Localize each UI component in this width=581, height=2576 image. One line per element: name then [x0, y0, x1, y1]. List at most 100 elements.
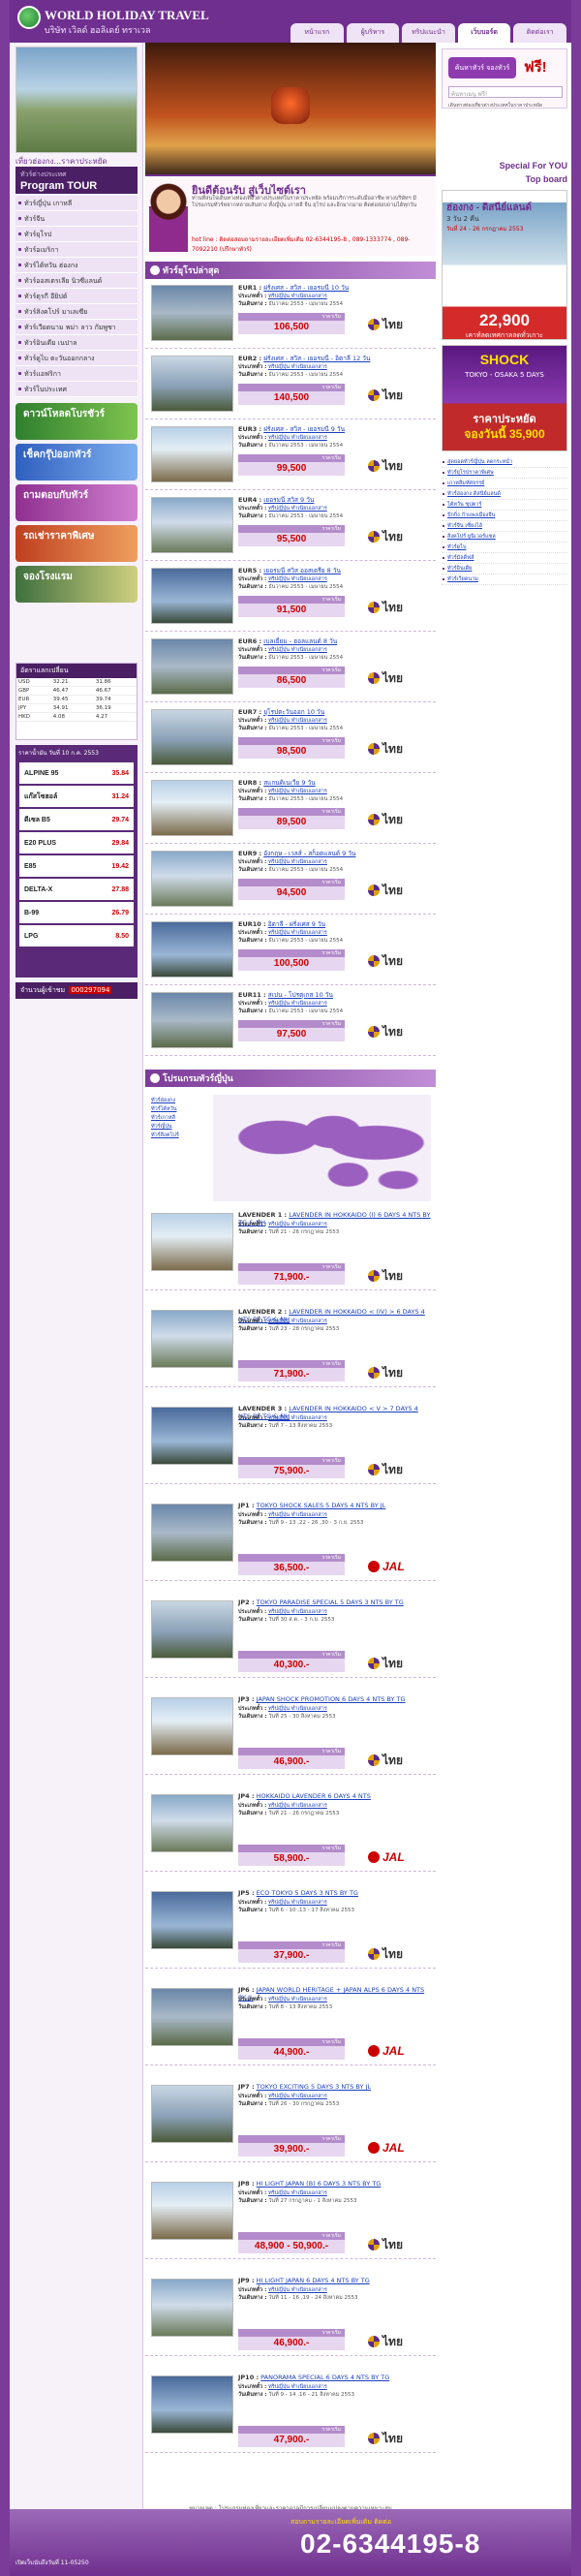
airline-link[interactable]: ทริปญี่ปุ่น ทำเนียบเอกสาร [268, 789, 327, 794]
globe-logo-icon[interactable] [17, 6, 41, 29]
tour-title-link[interactable]: TOKYO SHOCK SALES 5 DAYS 4 NTS BY JL [257, 1502, 386, 1509]
right-link[interactable]: ไต้หวัน ซุปตาร์ [442, 500, 567, 511]
airline-link[interactable]: ทริปญี่ปุ่น ทำเนียบเอกสาร [268, 1706, 327, 1712]
tour-title-link[interactable]: อิตาลี - ฝรั่งเศส 9 วัน [268, 920, 325, 928]
nav-recommend[interactable]: ทริปแนะนำ [402, 23, 455, 43]
tour-photo[interactable] [151, 2375, 233, 2434]
tour-photo[interactable] [151, 1504, 233, 1562]
airline-link[interactable]: ทริปญี่ปุ่น ทำเนียบเอกสาร [268, 294, 327, 299]
tour-title-link[interactable]: JAPAN SHOCK PROMOTION 6 DAYS 4 NTS BY TG [257, 1695, 406, 1703]
tour-photo[interactable] [151, 921, 233, 978]
tour-title-link[interactable]: ฝรั่งเศส - สวิส - เยอรมนี 10 วัน [263, 284, 349, 292]
right-link[interactable]: ปักกิ่ง กำแพงเมืองจีน [442, 511, 567, 521]
tour-photo[interactable] [151, 1407, 233, 1465]
tour-photo[interactable] [151, 1988, 233, 2046]
tour-photo[interactable] [151, 426, 233, 482]
airline-link[interactable]: ทริปญี่ปุ่น ทำเนียบเอกสาร [268, 1997, 327, 2002]
tour-title-link[interactable]: เยอรมนี สวิส 9 วัน [263, 496, 314, 504]
menu-item[interactable]: ทัวร์สิงคโปร์ มาเลเซีย [15, 304, 138, 320]
airline-link[interactable]: ทริปญี่ปุ่น ทำเนียบเอกสาร [268, 2094, 327, 2099]
right-link[interactable]: ทัวร์เวียดนาม [442, 574, 567, 585]
airline-link[interactable]: ทริปญี่ปุ่น ทำเนียบเอกสาร [268, 2384, 327, 2390]
menu-item[interactable]: ทัวร์ดูไบ ตะวันออกกลาง [15, 351, 138, 366]
tour-title-link[interactable]: PANORAMA SPECIAL 6 DAYS 4 NTS BY TG [260, 2374, 389, 2381]
car-rental-button[interactable]: รถเช่าราคาพิเศษ [15, 525, 138, 562]
tour-title-link[interactable]: สเปน - โปรตุเกส 10 วัน [268, 991, 333, 999]
airline-link[interactable]: ทริปญี่ปุ่น ทำเนียบเอกสาร [268, 1415, 327, 1421]
tokyo-shock-ad[interactable]: SHOCK TOKYO - OSAKA 5 DAYS ราคาประหยัด จ… [442, 345, 567, 451]
tour-photo[interactable] [151, 2279, 233, 2337]
tour-title-link[interactable]: TOKYO EXCITING 5 DAYS 3 NTS BY JL [257, 2083, 371, 2091]
airline-link[interactable]: ทริปญี่ปุ่น ทำเนียบเอกสาร [268, 859, 327, 865]
tour-title-link[interactable]: สแกนดิเนเวีย 9 วัน [263, 779, 315, 787]
menu-item[interactable]: ทัวร์ตุรกี อียิปต์ [15, 289, 138, 304]
tour-photo[interactable] [151, 1213, 233, 1271]
tour-title-link[interactable]: HI LIGHT JAPAN (B) 6 DAYS 3 NTS BY TG [257, 2180, 382, 2188]
right-link[interactable]: ทัวร์มัลดีฟส์ [442, 553, 567, 564]
menu-item[interactable]: ทัวร์ไต้หวัน ฮ่องกง [15, 258, 138, 273]
promo-link[interactable]: ทัวร์ญี่ปุ่น [151, 1123, 209, 1132]
promo-link[interactable]: ทัวร์สิงคโปร์ [151, 1132, 209, 1140]
airline-link[interactable]: ทริปญี่ปุ่น ทำเนียบเอกสาร [268, 2287, 327, 2293]
right-link[interactable]: ทัวร์จีน เซี่ยงไฮ้ [442, 521, 567, 532]
right-link[interactable]: ทัวร์ดูไบ [442, 543, 567, 553]
tour-title-link[interactable]: ยุโรปตะวันออก 10 วัน [263, 708, 324, 716]
menu-item[interactable]: ทัวร์ยุโรป [15, 227, 138, 242]
brand-name[interactable]: WORLD HOLIDAY TRAVEL [45, 8, 209, 23]
tour-title-link[interactable]: ECO TOKYO 5 DAYS 3 NTS BY TG [257, 1889, 358, 1897]
right-link[interactable]: สุดยอดทัวร์ญี่ปุ่น ลดกระหน่ำ [442, 457, 567, 468]
airline-link[interactable]: ทริปญี่ปุ่น ทำเนียบเอกสาร [268, 1900, 327, 1906]
tour-photo[interactable] [151, 709, 233, 765]
hongkong-ad[interactable]: ฮ่องกง - ดิสนีย์แลนด์ 3 วัน 2 คืน วันที่… [442, 190, 567, 340]
tour-title-link[interactable]: อังกฤษ - เวลส์ - สก็อตแลนด์ 9 วัน [263, 850, 355, 857]
nav-webboard[interactable]: เว็บบอร์ด [457, 23, 511, 43]
tour-photo[interactable] [151, 356, 233, 412]
tour-title-link[interactable]: เยอรมนี สวิส ออสเตรีย 8 วัน [263, 567, 341, 574]
promo-link[interactable]: ทัวร์เกาหลี [151, 1114, 209, 1123]
airline-link[interactable]: ทริปญี่ปุ่น ทำเนียบเอกสาร [268, 506, 327, 512]
tour-photo[interactable] [151, 638, 233, 695]
tour-title-link[interactable]: ฝรั่งเศส - สวิส - เยอรมนี - อิตาลี 12 วั… [263, 355, 370, 362]
tour-photo[interactable] [151, 780, 233, 836]
right-link[interactable]: เกาหลีมหัศจรรย์ [442, 479, 567, 489]
right-link[interactable]: ทัวร์ฮ่องกง ดิสนีย์แลนด์ [442, 489, 567, 500]
tour-title-link[interactable]: TOKYO PARADISE SPECIAL 5 DAYS 3 NTS BY T… [257, 1598, 404, 1606]
menu-item[interactable]: ทัวร์ออสเตรเลีย นิวซีแลนด์ [15, 273, 138, 289]
menu-item[interactable]: ทัวร์ในประเทศ [15, 382, 138, 397]
right-link[interactable]: ทัวร์อินเดีย [442, 564, 567, 574]
airline-link[interactable]: ทริปญี่ปุ่น ทำเนียบเอกสาร [268, 435, 327, 441]
airline-link[interactable]: ทริปญี่ปุ่น ทำเนียบเอกสาร [268, 718, 327, 724]
qa-button[interactable]: ถามตอบกับทัวร์ [15, 484, 138, 521]
tour-title-link[interactable]: ฝรั่งเศส - สวิส - เยอรมนี 9 วัน [263, 425, 345, 433]
nav-contact[interactable]: ติดต่อเรา [513, 23, 566, 43]
airline-link[interactable]: ทริปญี่ปุ่น ทำเนียบเอกสาร [268, 1512, 327, 1518]
airline-link[interactable]: ทริปญี่ปุ่น ทำเนียบเอกสาร [268, 1803, 327, 1809]
tour-photo[interactable] [151, 1891, 233, 1949]
tour-photo[interactable] [151, 497, 233, 553]
right-link[interactable]: สิงคโปร์ ยูนิเวอร์แซล [442, 532, 567, 543]
nav-home[interactable]: หน้าแรก [290, 23, 344, 43]
tour-photo[interactable] [151, 1600, 233, 1659]
airline-link[interactable]: ทริปญี่ปุ่น ทำเนียบเอกสาร [268, 1319, 327, 1324]
airline-link[interactable]: ทริปญี่ปุ่น ทำเนียบเอกสาร [268, 1001, 327, 1007]
tour-title-link[interactable]: เบลเยี่ยม - ฮอลแลนด์ 8 วัน [263, 637, 337, 645]
menu-item[interactable]: ทัวร์จีน [15, 211, 138, 227]
search-input[interactable]: ค้นหาเมนู ฟรี! [448, 86, 563, 98]
tour-photo[interactable] [151, 1794, 233, 1852]
tour-photo[interactable] [151, 851, 233, 907]
hotel-booking-button[interactable]: จองโรงแรม [15, 566, 138, 603]
tour-photo[interactable] [151, 568, 233, 624]
check-group-button[interactable]: เช็คกรุ๊ปออกทัวร์ [15, 444, 138, 481]
menu-item[interactable]: ทัวร์แอฟริกา [15, 366, 138, 382]
airline-link[interactable]: ทริปญี่ปุ่น ทำเนียบเอกสาร [268, 1222, 327, 1227]
airline-link[interactable]: ทริปญี่ปุ่น ทำเนียบเอกสาร [268, 930, 327, 936]
tour-photo[interactable] [151, 2182, 233, 2240]
nav-executive[interactable]: ผู้บริหาร [346, 23, 400, 43]
right-link[interactable]: ทัวร์ยุโรปราคาพิเศษ [442, 468, 567, 479]
tour-photo[interactable] [151, 285, 233, 341]
menu-item[interactable]: ทัวร์เวียดนาม พม่า ลาว กัมพูชา [15, 320, 138, 335]
airline-link[interactable]: ทริปญี่ปุ่น ทำเนียบเอกสาร [268, 364, 327, 370]
tour-title-link[interactable]: HOKKAIDO LAVENDER 6 DAYS 4 NTS [257, 1792, 371, 1800]
tour-photo[interactable] [151, 992, 233, 1048]
airline-link[interactable]: ทริปญี่ปุ่น ทำเนียบเอกสาร [268, 647, 327, 653]
